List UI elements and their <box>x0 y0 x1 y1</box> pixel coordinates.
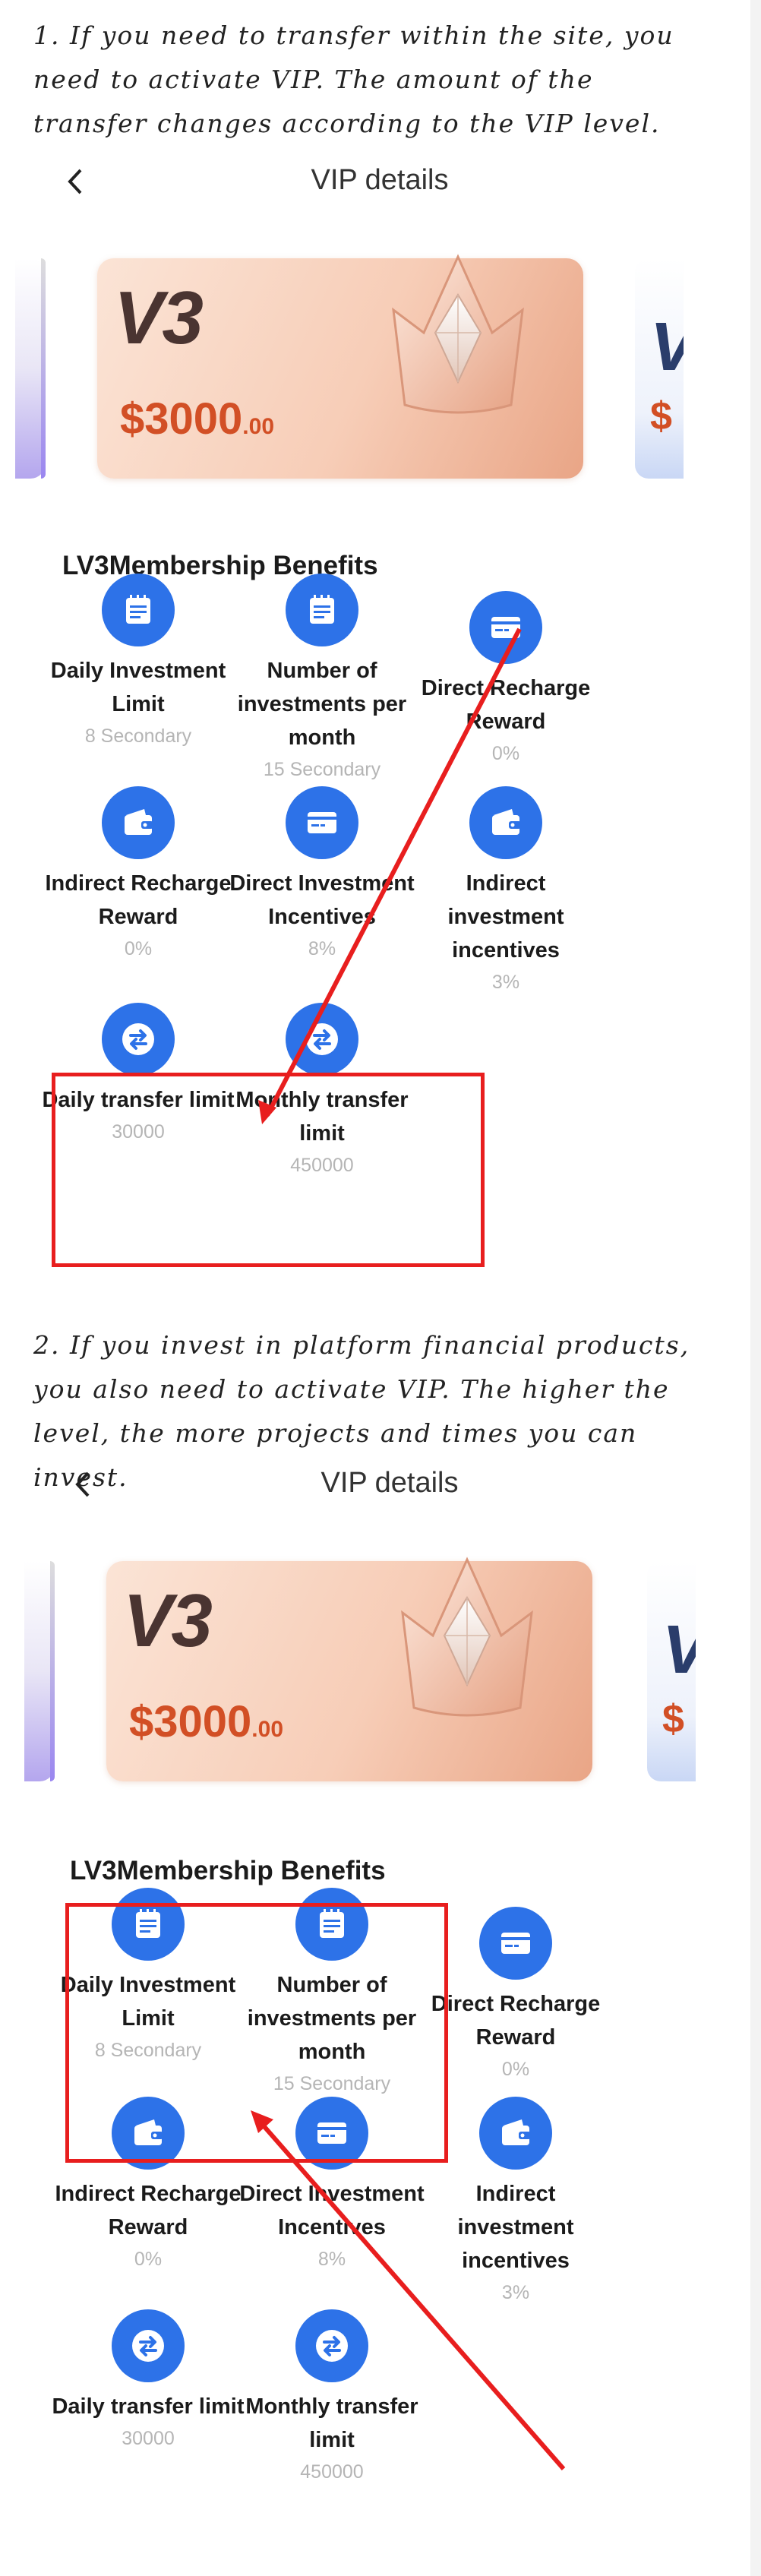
chevron-left-icon[interactable] <box>62 163 93 201</box>
next-vip-price: $ <box>662 1697 684 1741</box>
vip-carousel[interactable]: V3 $3000.00 V $ <box>0 235 750 494</box>
crown-icon <box>387 1544 547 1727</box>
page-header: VIP details <box>0 1462 750 1508</box>
benefit-label: Monthly transfer limit <box>245 2394 418 2452</box>
card-icon <box>469 591 542 664</box>
benefit-number-of-investments-per-month: Number of investments per month 15 Second… <box>223 574 421 785</box>
benefit-value: 450000 <box>300 2461 364 2483</box>
benefit-value: 0% <box>491 743 520 764</box>
benefits-title: LV3Membership Benefits <box>70 1856 386 1885</box>
vip-level: V3 <box>114 276 204 359</box>
benefit-label: Number of investments per month <box>237 659 407 750</box>
page-title: VIP details <box>311 164 449 196</box>
benefit-monthly-transfer-limit: Monthly transfer limit 450000 <box>233 2309 431 2487</box>
benefit-value: 15 Secondary <box>263 759 381 780</box>
benefit-value: 3% <box>491 972 520 993</box>
benefit-indirect-investment-incentives: Indirect investment incentives 3% <box>407 786 605 997</box>
transfer-icon <box>112 2309 185 2382</box>
benefit-daily-investment-limit: Daily Investment Limit 8 Secondary <box>39 574 237 751</box>
benefit-direct-recharge-reward: Direct Recharge Reward 0% <box>407 591 605 769</box>
benefit-value: 0% <box>124 938 153 959</box>
next-vip-level: V <box>650 308 684 387</box>
vip-card[interactable]: V3 $3000.00 <box>106 1557 592 1781</box>
benefit-value: 8% <box>308 938 336 959</box>
vip-price: $3000.00 <box>129 1697 284 1746</box>
benefit-label: Direct Investment Incentives <box>239 2182 425 2239</box>
benefit-value: 8% <box>317 2249 346 2270</box>
transfer-icon <box>295 2309 368 2382</box>
benefit-direct-investment-incentives: Direct Investment Incentives 8% <box>223 786 421 964</box>
next-vip-level: V <box>662 1611 696 1689</box>
benefit-label: Indirect Recharge Reward <box>55 2182 242 2239</box>
benefit-indirect-recharge-reward: Indirect Recharge Reward 0% <box>39 786 237 964</box>
transfer-icon <box>102 1003 175 1076</box>
card-icon <box>286 786 358 859</box>
benefit-value: 8 Secondary <box>84 725 192 747</box>
benefit-value: 30000 <box>122 2428 175 2449</box>
benefit-label: Indirect investment incentives <box>447 871 564 962</box>
instruction-text-1: 1. If you need to transfer within the si… <box>33 21 674 138</box>
crown-icon <box>378 242 538 424</box>
calendar-icon <box>286 574 358 646</box>
vip-carousel[interactable]: V3 $3000.00 V $ <box>0 1538 750 1797</box>
benefit-label: Direct Recharge Reward <box>421 676 591 734</box>
benefit-label: Indirect Recharge Reward <box>45 871 232 929</box>
annotation-box <box>52 1073 485 1267</box>
wallet-icon <box>102 786 175 859</box>
next-vip-card[interactable]: V $ <box>647 1561 696 1781</box>
benefit-label: Direct Investment Incentives <box>229 871 415 929</box>
annotation-box <box>65 1903 448 2163</box>
wallet-icon <box>469 786 542 859</box>
previous-vip-card[interactable] <box>15 258 46 479</box>
next-vip-card[interactable]: V $ <box>635 258 684 479</box>
benefit-value: 3% <box>501 2282 530 2303</box>
next-vip-price: $ <box>650 394 672 438</box>
previous-vip-card[interactable] <box>24 1561 55 1781</box>
vip-price: $3000.00 <box>120 394 275 444</box>
transfer-icon <box>286 1003 358 1076</box>
card-icon <box>479 1907 552 1980</box>
benefit-value: 0% <box>134 2249 163 2270</box>
chevron-left-icon[interactable] <box>70 1465 100 1503</box>
benefit-label: Daily transfer limit <box>52 2394 245 2419</box>
calendar-icon <box>102 574 175 646</box>
scrollbar[interactable] <box>750 0 761 2576</box>
vip-card[interactable]: V3 $3000.00 <box>97 254 583 479</box>
benefit-label: Daily Investment Limit <box>50 659 226 716</box>
vip-level: V3 <box>123 1579 213 1662</box>
page-header: VIP details <box>0 160 750 205</box>
page-title: VIP details <box>321 1467 459 1499</box>
benefit-label: Indirect investment incentives <box>457 2182 574 2273</box>
wallet-icon <box>479 2097 552 2170</box>
benefit-daily-transfer-limit: Daily transfer limit 30000 <box>49 2309 247 2454</box>
